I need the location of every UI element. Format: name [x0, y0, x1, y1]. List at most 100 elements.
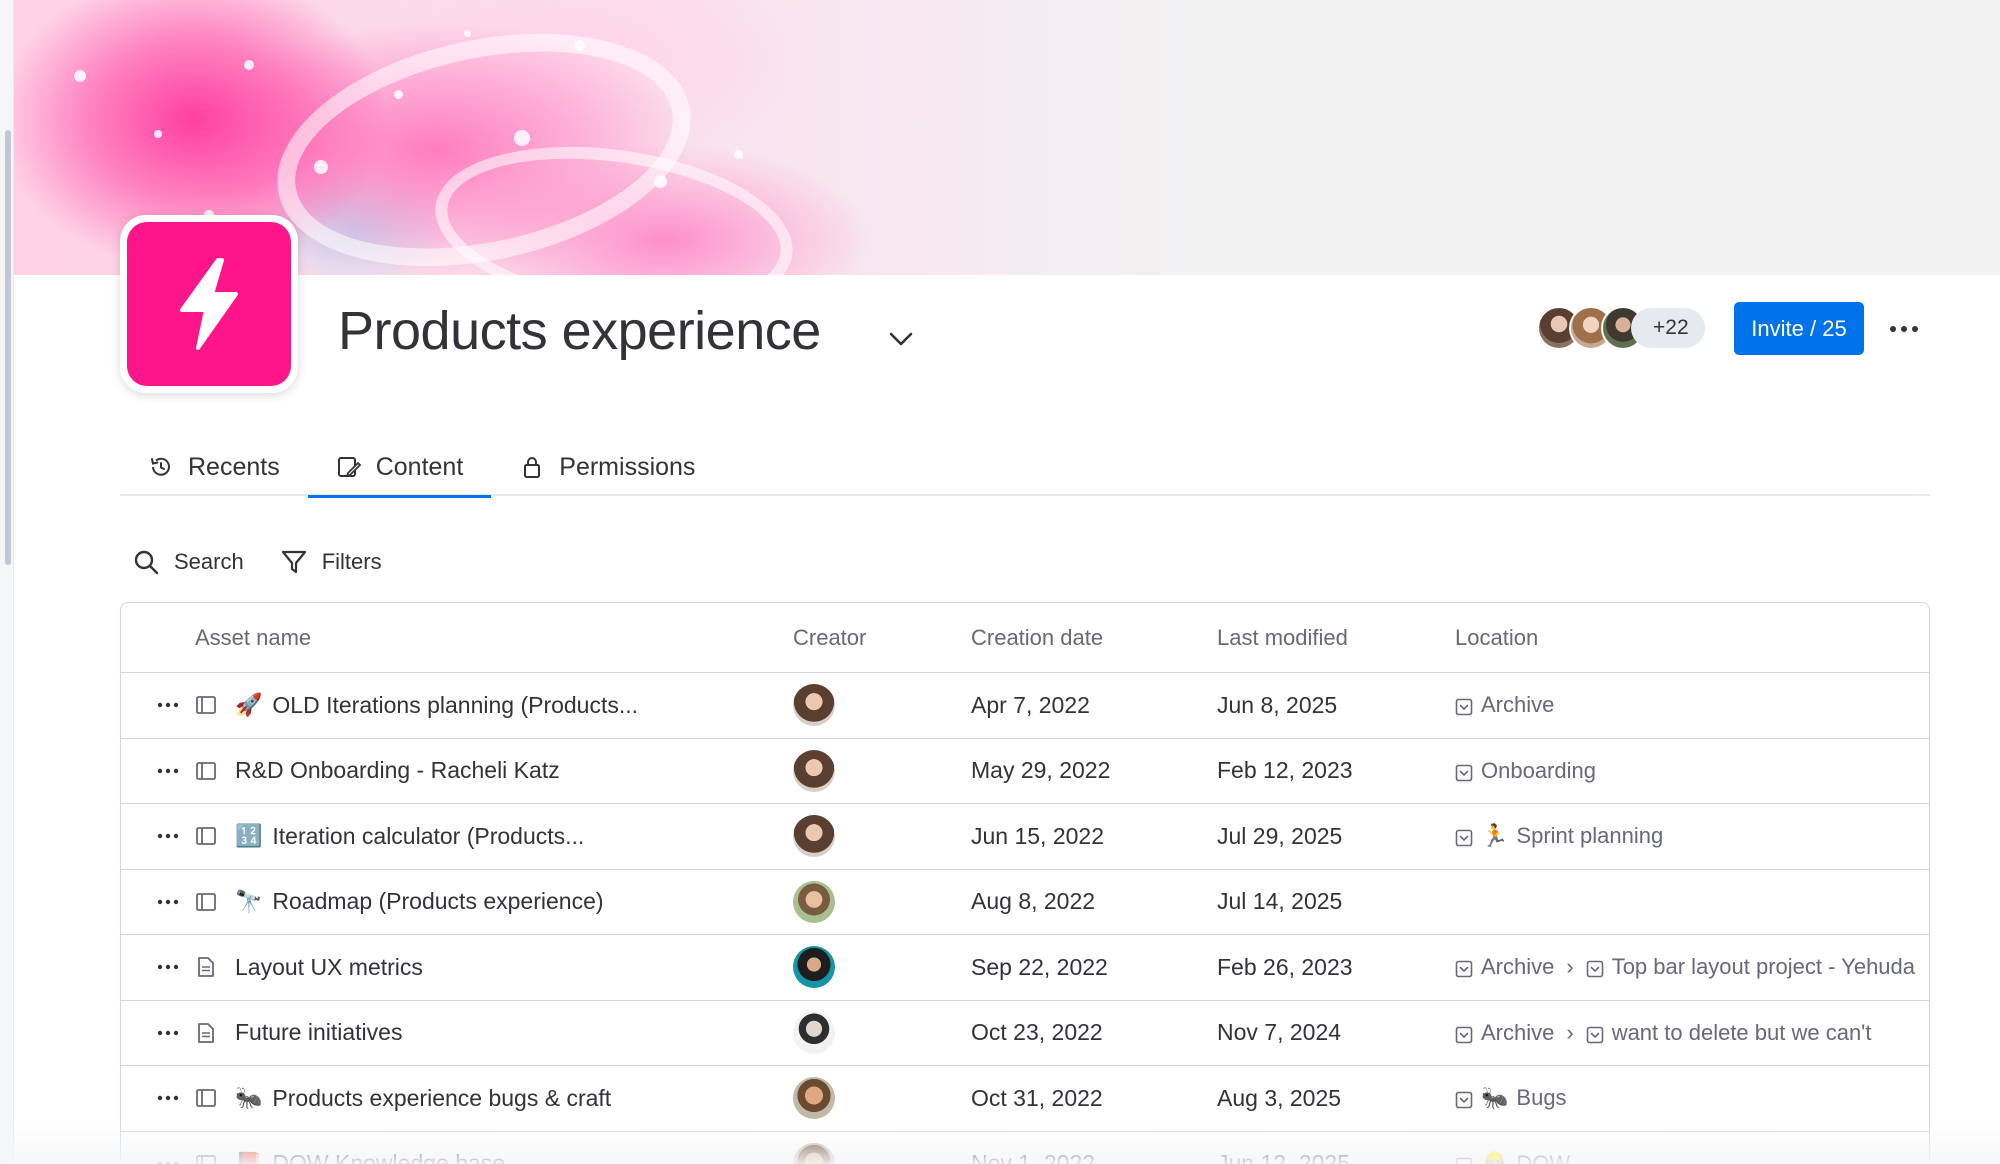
board-check-icon [1455, 1024, 1473, 1044]
location-emoji: 🏃 [1481, 823, 1509, 849]
row-menu-icon[interactable] [121, 964, 181, 970]
creation-date: Apr 7, 2022 [971, 691, 1090, 718]
row-menu-icon[interactable] [121, 768, 181, 774]
last-modified: Jul 14, 2025 [1217, 888, 1343, 915]
column-header-last-modified[interactable]: Last modified [1217, 625, 1455, 651]
location-link[interactable]: want to delete but we can't [1612, 1020, 1872, 1046]
board-icon [193, 823, 219, 849]
members-avatars[interactable]: +22 [1537, 305, 1705, 351]
avatar[interactable] [793, 880, 835, 923]
asset-name-cell[interactable]: 🐜 Products experience bugs & craft [181, 1085, 791, 1112]
table-row[interactable]: Layout UX metrics Sep 22, 2022 Feb 26, 202… [121, 935, 1929, 1001]
asset-name[interactable]: Roadmap (Products experience) [272, 888, 603, 915]
filters-button[interactable]: Filters [280, 548, 382, 576]
tabs: Recents Content Permissions [120, 438, 1930, 498]
asset-name-cell[interactable]: 🚀 OLD Iterations planning (Products... [181, 692, 791, 719]
row-menu-icon[interactable] [121, 702, 181, 708]
row-menu-icon[interactable] [121, 1030, 181, 1036]
asset-name-cell[interactable]: Future initiatives [181, 1019, 791, 1046]
creation-date: Aug 8, 2022 [971, 888, 1096, 915]
avatar[interactable] [793, 749, 835, 792]
asset-name[interactable]: Iteration calculator (Products... [272, 823, 584, 850]
tab-recents[interactable]: Recents [120, 438, 308, 496]
last-modified: Aug 3, 2025 [1217, 1084, 1342, 1111]
avatar[interactable] [793, 1077, 835, 1120]
location-emoji: 🐜 [1481, 1085, 1509, 1111]
location-link[interactable]: Archive [1481, 1020, 1554, 1046]
asset-name[interactable]: R&D Onboarding - Racheli Katz [235, 757, 560, 784]
more-options-icon[interactable] [1885, 310, 1923, 348]
asset-name[interactable]: OLD Iterations planning (Products... [272, 692, 638, 719]
filters-label: Filters [321, 549, 382, 574]
asset-name[interactable]: Layout UX metrics [235, 954, 423, 981]
location-link[interactable]: Bugs [1516, 1085, 1566, 1111]
table-row[interactable]: R&D Onboarding - Racheli Katz May 29, 202… [121, 739, 1929, 804]
invite-button[interactable]: Invite / 25 [1734, 302, 1864, 355]
location-cell: 🏃 Sprint planning [1455, 823, 1929, 849]
members-count[interactable]: +22 [1631, 308, 1705, 348]
doc-icon [193, 954, 219, 980]
tab-permissions[interactable]: Permissions [491, 438, 723, 496]
location-link[interactable]: Top bar layout project - Yehuda [1612, 954, 1915, 980]
board-icon [193, 1085, 219, 1111]
asset-name[interactable]: Future initiatives [235, 1019, 402, 1046]
lock-icon [524, 457, 541, 478]
asset-emoji: 🔭 [235, 888, 263, 914]
tab-label: Permissions [559, 452, 696, 481]
chevron-right-icon: › [1566, 954, 1574, 980]
location-cell: Archive › want to delete but we can't [1455, 1020, 1929, 1046]
column-header-asset-name[interactable]: Asset name [181, 625, 791, 651]
board-check-icon [1455, 827, 1473, 847]
last-modified: Nov 7, 2024 [1217, 1019, 1342, 1046]
filter-icon [281, 550, 306, 574]
assets-table: Asset name Creator Creation date Last mo… [120, 602, 1930, 1164]
tab-content[interactable]: Content [307, 438, 492, 498]
location-link[interactable]: Onboarding [1481, 758, 1596, 784]
column-header-location[interactable]: Location [1455, 625, 1929, 651]
asset-emoji: 🐜 [235, 1085, 263, 1111]
search-icon [134, 550, 159, 575]
location-cell: Archive [1455, 692, 1929, 718]
asset-name-cell[interactable]: 🔭 Roadmap (Products experience) [181, 888, 791, 915]
row-menu-icon[interactable] [121, 833, 181, 839]
avatar[interactable] [793, 684, 835, 727]
table-row[interactable]: Future initiatives Oct 23, 2022 Nov 7, 202… [121, 1001, 1929, 1066]
table-row[interactable]: 🔭 Roadmap (Products experience) Aug 8, 202… [121, 870, 1929, 935]
asset-name-cell[interactable]: R&D Onboarding - Racheli Katz [181, 757, 791, 784]
board-check-icon [1455, 1089, 1473, 1109]
asset-name[interactable]: Products experience bugs & craft [272, 1085, 611, 1112]
row-menu-icon[interactable] [121, 1095, 181, 1101]
board-check-icon [1586, 1024, 1604, 1044]
chevron-down-icon[interactable] [884, 322, 918, 356]
asset-name-cell[interactable]: 🔢 Iteration calculator (Products... [181, 823, 791, 850]
table-row[interactable]: 🔢 Iteration calculator (Products... Jun 15… [121, 804, 1929, 870]
board-check-icon [1455, 958, 1473, 978]
board-icon [193, 758, 219, 784]
row-menu-icon[interactable] [121, 899, 181, 905]
location-link[interactable]: Archive [1481, 692, 1554, 718]
creation-date: May 29, 2022 [971, 757, 1111, 784]
location-link[interactable]: Archive [1481, 954, 1554, 980]
asset-emoji: 🔢 [235, 823, 263, 849]
bottom-fade [0, 1120, 2000, 1164]
avatar[interactable] [793, 815, 835, 858]
asset-name-cell[interactable]: Layout UX metrics [181, 954, 791, 981]
creation-date: Oct 31, 2022 [971, 1084, 1103, 1111]
location-cell: Archive › Top bar layout project - Yehuda [1455, 954, 1929, 980]
scrollbar[interactable] [5, 130, 11, 565]
board-check-icon [1455, 696, 1473, 716]
avatar[interactable] [793, 1011, 835, 1054]
last-modified: Jun 8, 2025 [1217, 691, 1338, 718]
search-button[interactable]: Search [132, 548, 244, 576]
column-header-creator[interactable]: Creator [791, 625, 971, 651]
column-header-creation-date[interactable]: Creation date [971, 625, 1217, 651]
creation-date: Jun 15, 2022 [971, 822, 1105, 849]
creator-cell [791, 749, 971, 792]
avatar[interactable] [793, 946, 835, 989]
creation-date: Sep 22, 2022 [971, 953, 1108, 980]
workspace-icon[interactable] [120, 215, 298, 393]
lightning-bolt-icon [180, 258, 238, 350]
location-link[interactable]: Sprint planning [1516, 823, 1663, 849]
table-row[interactable]: 🚀 OLD Iterations planning (Products... Apr… [121, 673, 1929, 739]
toolbar: Search Filters [132, 542, 382, 582]
